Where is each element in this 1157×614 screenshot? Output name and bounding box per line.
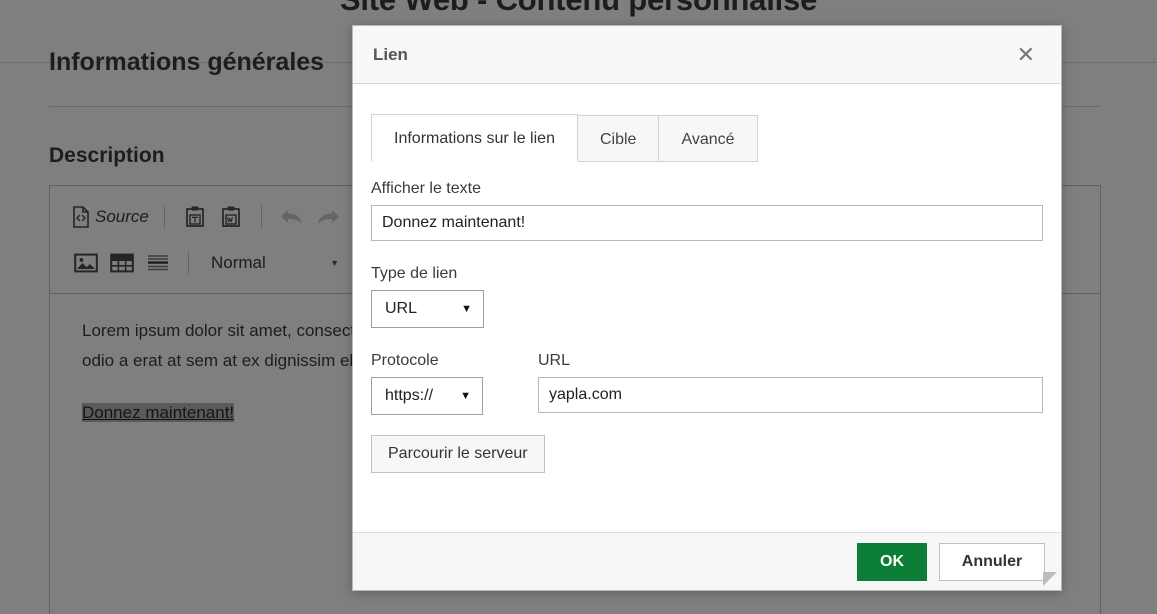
link-type-select[interactable]: URL ▼ (371, 290, 484, 328)
url-label: URL (538, 352, 571, 369)
link-type-label: Type de lien (371, 265, 458, 282)
close-icon[interactable]: ✕ (1013, 42, 1039, 68)
dialog-body: Informations sur le lien Cible Avancé Af… (353, 84, 1061, 532)
display-text-input[interactable] (371, 205, 1043, 241)
display-text-label: Afficher le texte (371, 180, 481, 197)
protocol-label: Protocole (371, 352, 439, 369)
chevron-down-icon: ▼ (460, 390, 471, 402)
protocol-url-row: Protocole https:// ▼ URL (371, 352, 1043, 415)
url-input[interactable] (538, 377, 1043, 413)
chevron-down-icon: ▼ (461, 303, 472, 315)
dialog-footer: OK Annuler (353, 532, 1061, 590)
browse-server-button[interactable]: Parcourir le serveur (371, 435, 545, 473)
tab-target[interactable]: Cible (576, 115, 660, 162)
tab-advanced[interactable]: Avancé (658, 115, 758, 162)
dialog-titlebar[interactable]: Lien ✕ (353, 26, 1061, 84)
protocol-value: https:// (385, 387, 434, 404)
url-field: URL (538, 352, 1043, 413)
resize-grip[interactable] (1042, 571, 1058, 587)
ok-button[interactable]: OK (857, 542, 927, 581)
dialog-tabs: Informations sur le lien Cible Avancé (371, 110, 1043, 162)
link-dialog: Lien ✕ Informations sur le lien Cible Av… (352, 25, 1062, 591)
cancel-button[interactable]: Annuler (939, 542, 1045, 581)
link-info-form: Afficher le texte Type de lien URL ▼ Pro… (371, 162, 1043, 473)
protocol-field: Protocole https:// ▼ (371, 352, 538, 415)
tab-link-info[interactable]: Informations sur le lien (371, 114, 578, 162)
protocol-select[interactable]: https:// ▼ (371, 377, 483, 415)
dialog-title: Lien (373, 44, 408, 64)
link-type-value: URL (385, 300, 418, 317)
